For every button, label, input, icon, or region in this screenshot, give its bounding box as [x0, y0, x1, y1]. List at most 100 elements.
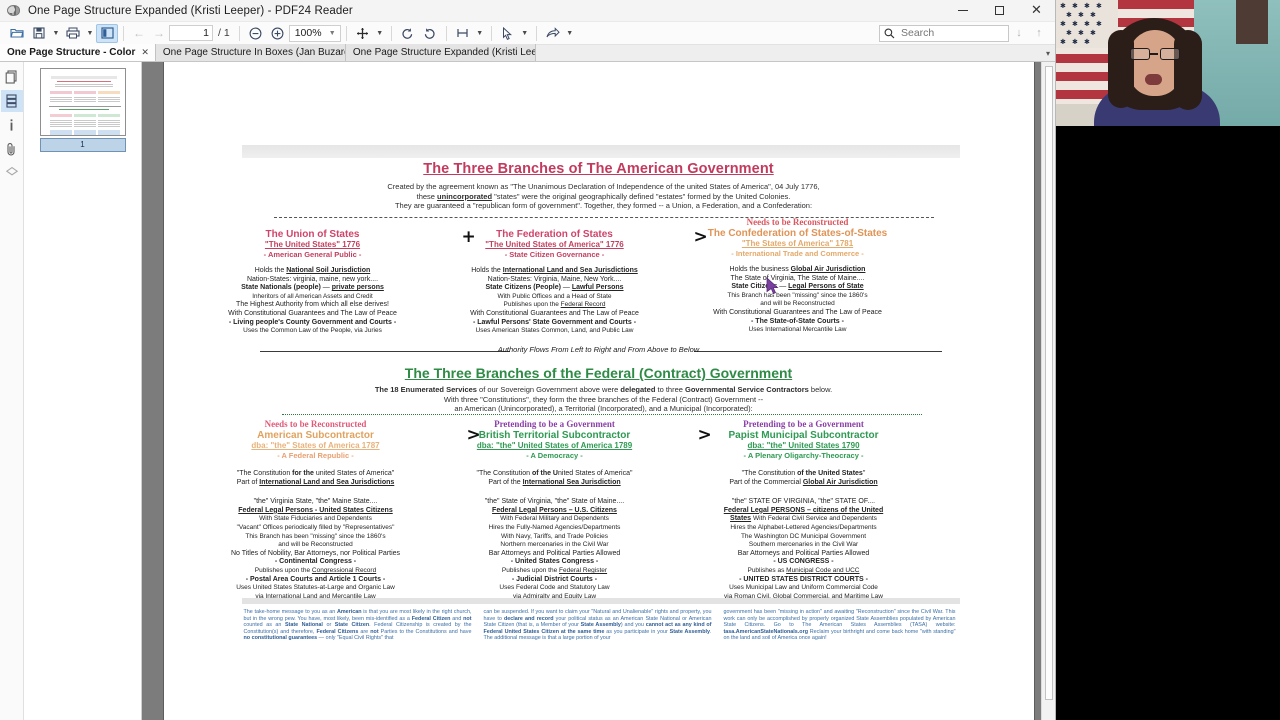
- rotate-right-icon[interactable]: [419, 24, 441, 43]
- pdf24-reader-window: One Page Structure Expanded (Kristi Leep…: [0, 0, 1056, 720]
- toolbar-divider-4: [390, 25, 392, 41]
- thumbnail-pane: 1: [24, 62, 142, 720]
- section2-intro: The 18 Enumerated Services of our Sovere…: [284, 385, 924, 414]
- pdf-viewer[interactable]: The Three Branches of The American Gover…: [142, 62, 1055, 720]
- rotate-left-icon[interactable]: [397, 24, 419, 43]
- section2-intro-line-1: The 18 Enumerated Services of our Sovere…: [374, 385, 833, 394]
- section2-intro-line-3: an American (Unincorporated), a Territor…: [454, 404, 753, 413]
- next-page-icon[interactable]: →: [149, 26, 169, 40]
- section1-title: The Three Branches of The American Gover…: [423, 161, 774, 177]
- save-dropdown-caret-icon[interactable]: ▼: [50, 24, 62, 43]
- dark-doorway: [1236, 0, 1268, 44]
- tab-label: One Page Structure Expanded (Kristi Leep…: [352, 47, 536, 58]
- role: - A Plenary Oligarchy-Theocracy -: [743, 451, 864, 460]
- window-controls: ✕: [944, 0, 1055, 22]
- sidebar-item-pages[interactable]: [1, 66, 23, 88]
- cursor-select-icon[interactable]: [497, 24, 519, 43]
- subheading: dba: "the" States of America 1787: [251, 441, 380, 450]
- main-toolbar: ▼ ▼ ← → 1 / 1 100% ▼ ▼ ▼ ▼ ▼ Search ↓ ↑: [0, 22, 1055, 45]
- section1-column-union: The Union of States "The United States" …: [202, 229, 424, 336]
- document-tabstrip: One Page Structure - Color ✕ One Page St…: [0, 44, 1055, 62]
- footer-divider-band: [241, 598, 960, 604]
- bee-icon: [6, 3, 22, 19]
- viewer-vertical-scrollbar[interactable]: [1041, 62, 1055, 720]
- fit-dropdown-caret-icon[interactable]: ▼: [474, 24, 486, 43]
- window-title: One Page Structure Expanded (Kristi Leep…: [28, 4, 353, 17]
- heading: American Subcontractor: [257, 430, 374, 441]
- select-dropdown-caret-icon[interactable]: ▼: [519, 24, 531, 43]
- share-icon[interactable]: [542, 24, 564, 43]
- tabstrip-overflow-caret-icon[interactable]: ▾: [1046, 49, 1050, 58]
- attachments-icon: [7, 142, 15, 155]
- role: - A Federal Republic -: [277, 451, 354, 460]
- toolbar-divider-6: [490, 25, 492, 41]
- footer-column-2: can be suspended. If you want to claim y…: [483, 609, 712, 642]
- header-band: [241, 145, 960, 158]
- body: Holds the National Soil Jurisdiction Nat…: [228, 267, 397, 335]
- screen-root: One Page Structure Expanded (Kristi Leep…: [0, 0, 1280, 720]
- constitution: "The Constitution of the United States" …: [729, 470, 878, 486]
- scrollbar-thumb[interactable]: [1045, 66, 1053, 700]
- save-icon[interactable]: [28, 24, 50, 43]
- body: Holds the business Global Air Jurisdicti…: [713, 266, 882, 334]
- heading: British Territorial Subcontractor: [478, 430, 631, 441]
- body: "the" STATE OF VIRGINIA, "the" STATE OF.…: [723, 498, 884, 600]
- tab-one-page-structure-color[interactable]: One Page Structure - Color ✕: [0, 44, 156, 61]
- section1-column-federation: The Federation of States "The United Sta…: [430, 229, 680, 336]
- search-next-icon[interactable]: ↓: [1009, 27, 1029, 39]
- pre-heading: Needs to be Reconstructed: [746, 217, 849, 227]
- section1-intro-line-2: these unincorporated "states" were the o…: [416, 191, 791, 201]
- subheading: "The States of America" 1781: [741, 239, 854, 248]
- role: - International Trade and Commerce -: [731, 249, 864, 258]
- fit-width-icon[interactable]: [452, 24, 474, 43]
- section2-intro-line-2: With three "Constitutions", they form th…: [443, 394, 764, 404]
- maximize-button[interactable]: [981, 0, 1018, 22]
- move-dropdown-caret-icon[interactable]: ▼: [374, 24, 386, 43]
- zoom-level-select[interactable]: 100% ▼: [288, 24, 341, 42]
- section2-column-territorial: Pretending to be a Government British Te…: [430, 419, 680, 601]
- move-hand-icon[interactable]: [352, 24, 374, 43]
- toolbar-divider-3: [345, 25, 347, 41]
- page-number-input[interactable]: 1: [169, 25, 213, 41]
- heading: Papist Municipal Subcontractor: [728, 430, 879, 441]
- footer-column-1: The take-home message to you as an Ameri…: [243, 609, 472, 642]
- close-button[interactable]: ✕: [1018, 0, 1055, 22]
- close-icon[interactable]: ✕: [141, 48, 149, 58]
- presenter-hair-right: [1174, 30, 1202, 110]
- heading: The Union of States: [265, 229, 360, 240]
- info-icon: [10, 119, 13, 131]
- pre-heading: Pretending to be a Government: [743, 419, 864, 429]
- role: - State Citizen Governance -: [504, 250, 605, 259]
- subheading: "The United States" 1776: [264, 240, 361, 249]
- minimize-button[interactable]: [944, 0, 981, 22]
- sidebar-item-info[interactable]: [1, 114, 23, 136]
- prev-page-icon[interactable]: ←: [129, 26, 149, 40]
- thumbnail-page-1[interactable]: [39, 68, 126, 136]
- search-input[interactable]: [899, 26, 999, 40]
- tab-one-page-structure-in-boxes[interactable]: One Page Structure In Boxes (Jan Buzard)…: [155, 44, 346, 61]
- share-dropdown-caret-icon[interactable]: ▼: [564, 24, 576, 43]
- sidebar-rail: [0, 62, 24, 720]
- pre-heading: Pretending to be a Government: [494, 419, 615, 429]
- open-folder-icon[interactable]: [6, 24, 28, 43]
- zoom-out-icon[interactable]: [245, 24, 267, 43]
- subheading: dba: "the" United States 1790: [747, 441, 860, 450]
- thumbnail-page-label: 1: [39, 138, 126, 152]
- sidebar-panel-icon[interactable]: [96, 23, 118, 43]
- search-box[interactable]: [879, 24, 1009, 42]
- print-dropdown-caret-icon[interactable]: ▼: [84, 24, 96, 43]
- section1-intro: Created by the agreement known as "The U…: [284, 182, 924, 211]
- search-prev-icon[interactable]: ↑: [1029, 27, 1049, 39]
- tab-one-page-structure-expanded[interactable]: One Page Structure Expanded (Kristi Leep…: [345, 44, 536, 61]
- print-icon[interactable]: [62, 24, 84, 43]
- body: Holds the International Land and Sea Jur…: [470, 267, 639, 335]
- sidebar-item-attachments[interactable]: [1, 138, 23, 160]
- section1-column-confederation: Needs to be Reconstructed The Confederat…: [684, 217, 912, 335]
- zoom-in-icon[interactable]: [267, 24, 289, 43]
- thumbnails-icon: [6, 94, 17, 108]
- sidebar-item-thumbnails[interactable]: [0, 90, 23, 112]
- sidebar-item-layers[interactable]: [1, 162, 23, 184]
- section2-column-municipal: Pretending to be a Government Papist Mun…: [684, 419, 924, 601]
- presenter-webcam-overlay: ✱ ✱ ✱ ✱ ✱ ✱ ✱ ✱ ✱ ✱ ✱ ✱ ✱ ✱ ✱ ✱ ✱: [1056, 0, 1280, 126]
- mouse-cursor-icon: [766, 277, 779, 295]
